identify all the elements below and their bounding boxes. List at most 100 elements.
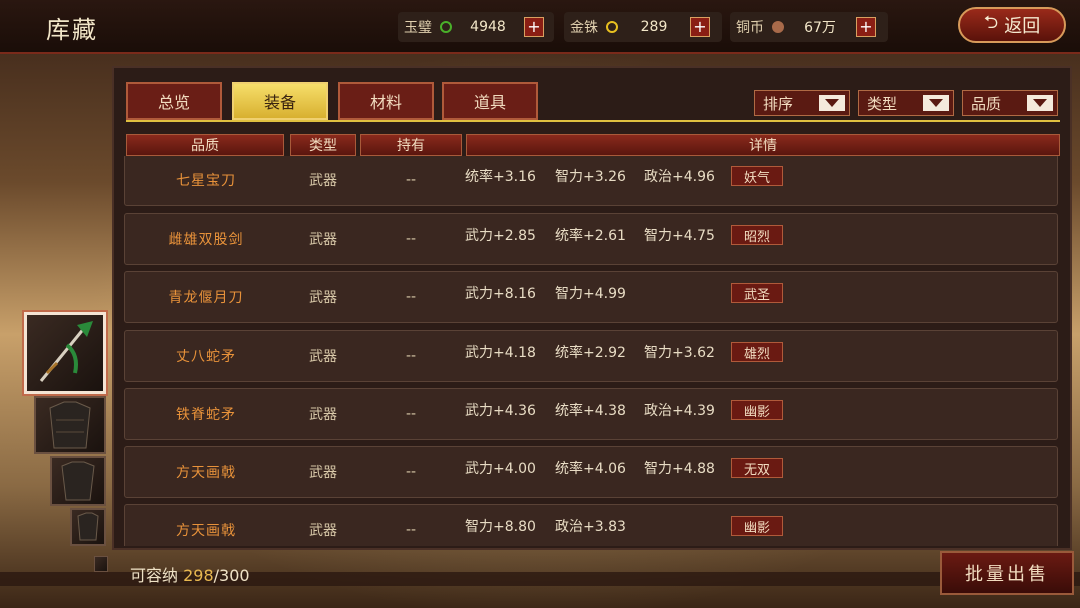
table-row[interactable]: 七星宝刀 武器 -- 统率+3.16 智力+3.26 政治+4.96 妖气 xyxy=(124,156,1058,206)
item-stat: 政治+4.39 xyxy=(644,403,715,419)
jade-coin-icon xyxy=(440,21,452,33)
item-type: 武器 xyxy=(309,407,337,423)
item-stat: 智力+3.62 xyxy=(644,345,715,361)
item-stat: 统率+2.61 xyxy=(555,228,626,244)
equipment-preview-armor[interactable] xyxy=(34,396,106,454)
table-row[interactable]: 铁脊蛇矛 武器 -- 武力+4.36 统率+4.38 政治+4.39 幽影 xyxy=(124,388,1058,440)
item-stat: 政治+3.83 xyxy=(555,519,626,535)
back-button[interactable]: ⮌ 返回 xyxy=(958,7,1066,43)
item-stat: 武力+2.85 xyxy=(465,228,536,244)
tab-items[interactable]: 道具 xyxy=(442,82,538,120)
gold-coin-icon xyxy=(606,21,618,33)
item-type: 武器 xyxy=(309,349,337,365)
item-stat: 武力+4.00 xyxy=(465,461,536,477)
capacity-label: 可容纳 xyxy=(130,566,179,585)
item-name: 青龙偃月刀 xyxy=(168,290,244,306)
armor-icon xyxy=(77,512,99,541)
column-header-owned[interactable]: 持有 xyxy=(360,134,462,156)
currency-name: 铜币 xyxy=(736,20,764,36)
item-stat: 智力+4.99 xyxy=(555,286,626,302)
item-stat: 统率+4.06 xyxy=(555,461,626,477)
currency-name: 玉璧 xyxy=(404,20,432,36)
item-stat: 智力+3.26 xyxy=(555,169,626,185)
trait-badge: 无双 xyxy=(731,458,783,478)
tab-materials[interactable]: 材料 xyxy=(338,82,434,120)
item-type: 武器 xyxy=(309,232,337,248)
top-bar: 库藏 玉璧 4948 + 金铢 289 + 铜币 67万 + ⮌ 返回 xyxy=(0,0,1080,54)
capacity-indicator: 可容纳 298/300 xyxy=(130,562,250,586)
item-owned: -- xyxy=(405,289,417,305)
item-stat: 智力+8.80 xyxy=(465,519,536,535)
type-label: 类型 xyxy=(867,94,898,113)
column-header-type[interactable]: 类型 xyxy=(290,134,356,156)
type-dropdown[interactable]: 类型 xyxy=(858,90,954,116)
item-type: 武器 xyxy=(309,290,337,306)
trait-badge: 雄烈 xyxy=(731,342,783,362)
trait-badge: 昭烈 xyxy=(731,225,783,245)
tab-overview[interactable]: 总览 xyxy=(126,82,222,120)
item-type: 武器 xyxy=(309,173,337,189)
item-owned: -- xyxy=(405,231,417,247)
currency-value: 4948 xyxy=(470,19,506,35)
trait-badge: 妖气 xyxy=(731,166,783,186)
currency-jade: 玉璧 4948 + xyxy=(398,12,554,42)
armor-icon xyxy=(61,461,95,501)
column-header-quality[interactable]: 品质 xyxy=(126,134,284,156)
item-stat: 武力+8.16 xyxy=(465,286,536,302)
item-name: 雌雄双股剑 xyxy=(168,232,244,248)
item-stat: 智力+4.75 xyxy=(644,228,715,244)
chevron-down-icon xyxy=(819,95,845,111)
item-type: 武器 xyxy=(309,465,337,481)
tab-equipment[interactable]: 装备 xyxy=(232,82,328,120)
equipment-preview-selected[interactable] xyxy=(24,312,106,394)
item-owned: -- xyxy=(405,522,417,538)
currency-value: 289 xyxy=(640,19,668,35)
item-stat: 武力+4.18 xyxy=(465,345,536,361)
add-copper-button[interactable]: + xyxy=(856,17,876,37)
sort-dropdown[interactable]: 排序 xyxy=(754,90,850,116)
trait-badge: 幽影 xyxy=(731,516,783,536)
equipment-preview-tiny[interactable] xyxy=(94,556,108,572)
item-owned: -- xyxy=(405,172,417,188)
batch-sell-button[interactable]: 批量出售 xyxy=(940,551,1074,595)
column-header-details: 详情 xyxy=(466,134,1060,156)
capacity-max: /300 xyxy=(213,566,250,585)
item-name: 方天画戟 xyxy=(176,465,236,481)
item-type: 武器 xyxy=(309,523,337,539)
table-row[interactable]: 雌雄双股剑 武器 -- 武力+2.85 统率+2.61 智力+4.75 昭烈 xyxy=(124,213,1058,265)
table-row[interactable]: 丈八蛇矛 武器 -- 武力+4.18 统率+2.92 智力+3.62 雄烈 xyxy=(124,330,1058,382)
table-row[interactable]: 青龙偃月刀 武器 -- 武力+8.16 智力+4.99 武圣 xyxy=(124,271,1058,323)
armor-icon xyxy=(49,401,91,449)
chevron-down-icon xyxy=(1027,95,1053,111)
currency-gold: 金铢 289 + xyxy=(564,12,722,42)
sort-label: 排序 xyxy=(763,94,794,113)
page-title: 库藏 xyxy=(46,16,98,44)
item-stat: 武力+4.36 xyxy=(465,403,536,419)
item-stat: 统率+2.92 xyxy=(555,345,626,361)
item-list[interactable]: 七星宝刀 武器 -- 统率+3.16 智力+3.26 政治+4.96 妖气 雌雄… xyxy=(124,156,1060,546)
item-stat: 政治+4.96 xyxy=(644,169,715,185)
chevron-down-icon xyxy=(923,95,949,111)
back-label: 返回 xyxy=(1004,16,1041,37)
tab-underline xyxy=(126,120,1060,122)
return-arrow-icon: ⮌ xyxy=(983,12,999,33)
inventory-panel: 总览 装备 材料 道具 排序 类型 品质 品质 类型 持有 详情 七星宝刀 武器… xyxy=(112,66,1072,550)
item-stat: 智力+4.88 xyxy=(644,461,715,477)
table-row[interactable]: 方天画戟 武器 -- 武力+4.00 统率+4.06 智力+4.88 无双 xyxy=(124,446,1058,498)
table-row[interactable]: 方天画戟 武器 -- 智力+8.80 政治+3.83 幽影 xyxy=(124,504,1058,546)
item-name: 丈八蛇矛 xyxy=(176,349,236,365)
item-stat: 统率+4.38 xyxy=(555,403,626,419)
item-owned: -- xyxy=(405,406,417,422)
trait-badge: 武圣 xyxy=(731,283,783,303)
equipment-preview-armor-small[interactable] xyxy=(50,456,106,506)
add-jade-button[interactable]: + xyxy=(524,17,544,37)
item-owned: -- xyxy=(405,348,417,364)
add-gold-button[interactable]: + xyxy=(690,17,710,37)
item-stat: 统率+3.16 xyxy=(465,169,536,185)
currency-copper: 铜币 67万 + xyxy=(730,12,888,42)
item-name: 方天画戟 xyxy=(176,523,236,539)
item-name: 七星宝刀 xyxy=(176,173,236,189)
quality-dropdown[interactable]: 品质 xyxy=(962,90,1058,116)
quality-label: 品质 xyxy=(971,94,1002,113)
equipment-preview-helmet[interactable] xyxy=(70,508,106,546)
